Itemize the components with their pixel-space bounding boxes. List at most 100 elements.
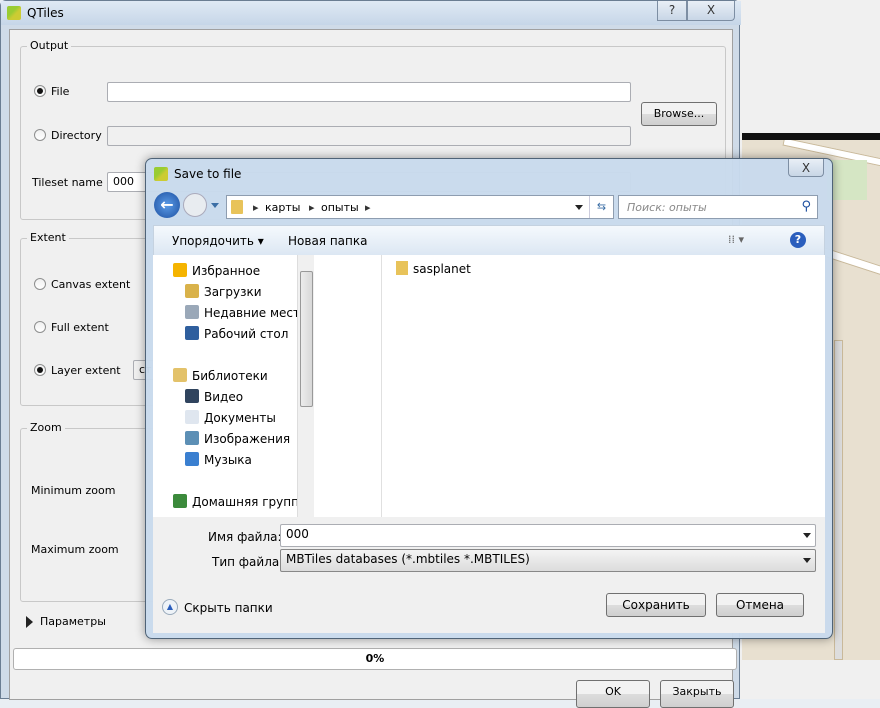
directory-input[interactable] bbox=[107, 126, 631, 146]
dialog-bottom-pane: Имя файла: 000 Тип файла: MBTiles databa… bbox=[153, 517, 825, 633]
ok-button[interactable]: OK bbox=[576, 680, 650, 708]
view-options-icon[interactable]: ⁞⁞ ▾ bbox=[728, 233, 744, 246]
canvas-extent-label: Canvas extent bbox=[51, 278, 131, 291]
chevron-down-icon[interactable] bbox=[803, 558, 811, 563]
file-list: sasplanet bbox=[381, 255, 825, 517]
nav-item-label: Домашняя группа bbox=[192, 495, 297, 509]
map-park bbox=[827, 160, 867, 200]
cancel-button[interactable]: Отмена bbox=[716, 593, 804, 617]
nav-item-label: Загрузки bbox=[204, 285, 262, 299]
minimum-zoom-label: Minimum zoom bbox=[31, 484, 116, 497]
parameters-toggle[interactable]: Параметры bbox=[40, 615, 106, 628]
full-extent-label: Full extent bbox=[51, 321, 109, 334]
desktop-icon bbox=[185, 326, 199, 340]
nav-item[interactable]: Загрузки bbox=[185, 284, 297, 299]
qgis-logo-icon bbox=[7, 6, 21, 20]
nav-item[interactable]: Изображения bbox=[185, 431, 297, 446]
organize-label: Упорядочить bbox=[172, 234, 254, 248]
nav-item-label: Изображения bbox=[204, 432, 291, 446]
file-item-folder[interactable]: sasplanet bbox=[396, 261, 471, 276]
scrollbar-thumb[interactable] bbox=[300, 271, 313, 407]
directory-label: Directory bbox=[51, 129, 102, 142]
file-input[interactable] bbox=[107, 82, 631, 102]
tileset-name-label: Tileset name bbox=[32, 176, 103, 189]
nav-item[interactable]: Библиотеки bbox=[173, 368, 297, 383]
zoom-group-label: Zoom bbox=[27, 421, 65, 434]
search-input[interactable]: Поиск: опыты ⚲ bbox=[618, 195, 818, 219]
chevron-down-icon[interactable] bbox=[803, 533, 811, 538]
nav-item[interactable]: Документы bbox=[185, 410, 297, 425]
video-icon bbox=[185, 389, 199, 403]
nav-item[interactable]: Избранное bbox=[173, 263, 297, 278]
nav-item[interactable]: Недавние места bbox=[185, 305, 297, 320]
star-icon bbox=[173, 263, 187, 277]
breadcrumb-sep: ▸ bbox=[365, 201, 371, 214]
homegroup-icon bbox=[173, 494, 187, 508]
filename-value: 000 bbox=[286, 527, 309, 541]
save-button[interactable]: Сохранить bbox=[606, 593, 706, 617]
help-button[interactable]: ? bbox=[657, 1, 687, 21]
search-placeholder: Поиск: опыты bbox=[627, 201, 707, 214]
full-extent-radio[interactable] bbox=[34, 321, 46, 333]
downloads-icon bbox=[185, 284, 199, 298]
nav-item-label: Недавние места bbox=[204, 306, 297, 320]
help-icon[interactable]: ? bbox=[790, 232, 806, 248]
nav-item[interactable]: Рабочий стол bbox=[185, 326, 297, 341]
nav-item-label: Рабочий стол bbox=[204, 327, 289, 341]
navigation-pane: Избранное Загрузки Недавние места Рабочий с… bbox=[153, 255, 381, 517]
collapse-up-icon[interactable]: ▲ bbox=[162, 599, 178, 615]
map-road bbox=[834, 340, 843, 660]
nav-item[interactable]: Видео bbox=[185, 389, 297, 404]
window-title: QTiles bbox=[27, 6, 64, 20]
breadcrumb-item[interactable]: карты bbox=[265, 201, 300, 214]
expand-arrow-icon[interactable] bbox=[26, 616, 33, 628]
breadcrumb-sep: ▸ bbox=[253, 201, 259, 214]
close-button[interactable]: X bbox=[687, 1, 735, 21]
layer-extent-radio[interactable] bbox=[34, 364, 46, 376]
canvas-extent-radio[interactable] bbox=[34, 278, 46, 290]
dialog-toolbar: Упорядочить ▾ Новая папка ⁞⁞ ▾ ? bbox=[153, 225, 825, 255]
nav-item[interactable]: Домашняя группа bbox=[173, 494, 297, 509]
folder-icon bbox=[231, 200, 243, 214]
file-name: sasplanet bbox=[413, 262, 471, 276]
dialog-title: Save to file bbox=[174, 167, 242, 181]
search-icon[interactable]: ⚲ bbox=[801, 199, 811, 214]
nav-item-label: Библиотеки bbox=[192, 369, 268, 383]
nav-item-label: Музыка bbox=[204, 453, 252, 467]
documents-icon bbox=[185, 410, 199, 424]
nav-scrollbar[interactable] bbox=[297, 255, 314, 517]
hide-folders-button[interactable]: Скрыть папки bbox=[184, 601, 273, 615]
history-dropdown-icon[interactable] bbox=[211, 203, 219, 208]
dialog-close-button[interactable]: X bbox=[788, 159, 824, 177]
back-button[interactable]: ← bbox=[154, 192, 180, 218]
filetype-label: Тип файла: bbox=[212, 555, 284, 569]
directory-radio[interactable] bbox=[34, 129, 46, 141]
nav-item-label: Избранное bbox=[192, 264, 261, 278]
breadcrumb-sep: ▸ bbox=[309, 201, 315, 214]
layer-extent-label: Layer extent bbox=[51, 364, 121, 377]
qtiles-titlebar: QTiles ? X bbox=[1, 1, 741, 25]
pictures-icon bbox=[185, 431, 199, 445]
organize-button[interactable]: Упорядочить ▾ bbox=[172, 234, 264, 248]
output-group-label: Output bbox=[27, 39, 72, 52]
nav-item[interactable]: Музыка bbox=[185, 452, 297, 467]
filename-label: Имя файла: bbox=[208, 530, 282, 544]
recent-places-icon bbox=[185, 305, 199, 319]
refresh-icon[interactable]: ⇆ bbox=[589, 196, 613, 218]
folder-icon bbox=[396, 261, 408, 275]
forward-button[interactable] bbox=[183, 193, 207, 217]
browse-button[interactable]: Browse... bbox=[641, 102, 717, 126]
filetype-select[interactable]: MBTiles databases (*.mbtiles *.MBTILES) bbox=[280, 549, 816, 572]
filetype-value: MBTiles databases (*.mbtiles *.MBTILES) bbox=[286, 552, 530, 566]
maximum-zoom-label: Maximum zoom bbox=[31, 543, 119, 556]
file-radio[interactable] bbox=[34, 85, 46, 97]
breadcrumb-item[interactable]: опыты bbox=[321, 201, 359, 214]
music-icon bbox=[185, 452, 199, 466]
save-to-file-dialog: Save to file X ← ▸ карты ▸ опыты ▸ ⇆ Пои… bbox=[145, 158, 833, 639]
filename-input[interactable]: 000 bbox=[280, 524, 816, 547]
new-folder-button[interactable]: Новая папка bbox=[288, 234, 367, 248]
address-dropdown-icon[interactable] bbox=[575, 205, 583, 210]
address-bar[interactable]: ▸ карты ▸ опыты ▸ ⇆ bbox=[226, 195, 614, 219]
nav-item-label: Документы bbox=[204, 411, 276, 425]
qtiles-close-button[interactable]: Закрыть bbox=[660, 680, 734, 708]
